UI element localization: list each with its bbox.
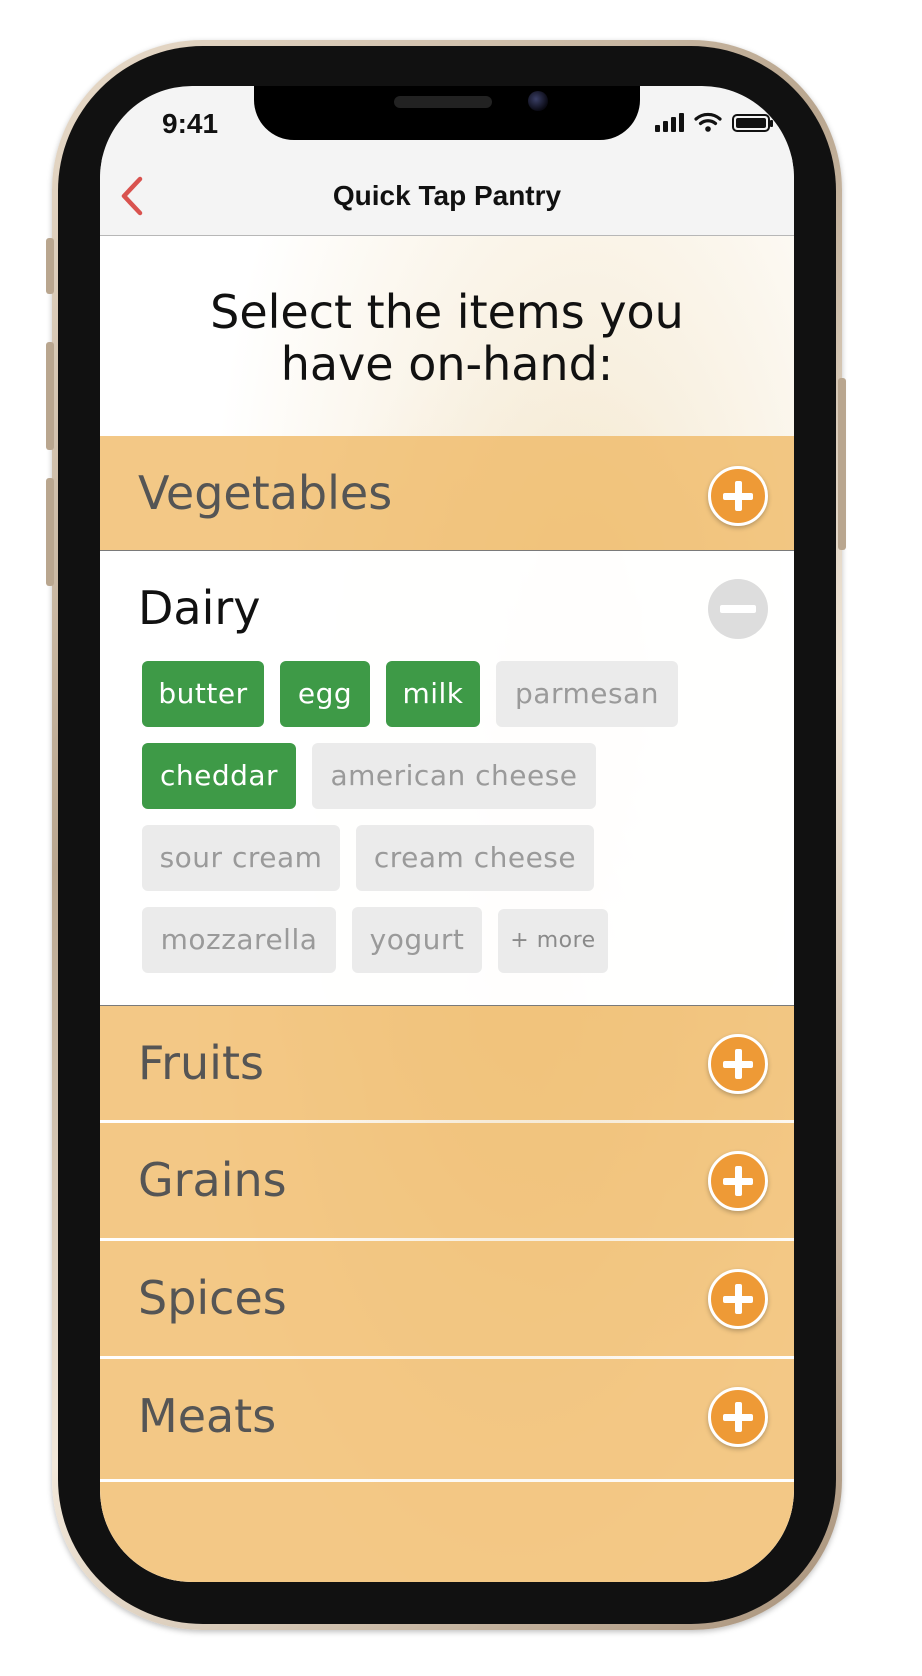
speaker-grille (394, 96, 492, 108)
phone-mute-switch (46, 238, 54, 294)
collapse-minus-icon[interactable] (708, 579, 768, 639)
chip-yogurt[interactable]: yogurt (352, 907, 482, 973)
phone-volume-up (46, 342, 54, 450)
category-label: Spices (138, 1271, 287, 1325)
phone-power-button (838, 378, 846, 550)
category-label: Dairy (138, 581, 261, 635)
category-panel-dairy: Dairy butter egg milk parmesan cheddar a… (100, 550, 794, 1006)
chip-american-cheese[interactable]: american cheese (312, 743, 596, 809)
category-row-spices[interactable]: Spices (100, 1241, 794, 1356)
pantry-content: Select the items you have on-hand: Veget… (100, 236, 794, 1582)
front-camera (528, 91, 548, 111)
nav-bar: Quick Tap Pantry (100, 156, 794, 236)
chip-butter[interactable]: butter (142, 661, 264, 727)
prompt-line-2: have on-hand: (280, 337, 614, 391)
chip-mozzarella[interactable]: mozzarella (142, 907, 336, 973)
chip-milk[interactable]: milk (386, 661, 480, 727)
chip-parmesan[interactable]: parmesan (496, 661, 678, 727)
chip-cream-cheese[interactable]: cream cheese (356, 825, 594, 891)
phone-volume-down (46, 478, 54, 586)
chip-sour-cream[interactable]: sour cream (142, 825, 340, 891)
prompt-line-1: Select the items you (210, 285, 684, 339)
category-label: Fruits (138, 1036, 264, 1090)
expand-plus-icon[interactable] (708, 1034, 768, 1094)
category-row-grains[interactable]: Grains (100, 1123, 794, 1238)
category-label: Vegetables (138, 466, 393, 520)
prompt-heading: Select the items you have on-hand: (100, 286, 794, 390)
expand-plus-icon[interactable] (708, 1269, 768, 1329)
notch (254, 86, 640, 140)
battery-icon (732, 114, 773, 132)
category-row-vegetables[interactable]: Vegetables (100, 436, 794, 550)
chip-more[interactable]: + more (498, 909, 608, 973)
chip-egg[interactable]: egg (280, 661, 370, 727)
signal-bars-icon (655, 112, 684, 132)
category-label: Grains (138, 1153, 287, 1207)
status-time: 9:41 (162, 108, 219, 139)
wifi-icon (694, 112, 722, 132)
category-label: Meats (138, 1389, 277, 1443)
chip-cheddar[interactable]: cheddar (142, 743, 296, 809)
expand-plus-icon[interactable] (708, 1151, 768, 1211)
expand-plus-icon[interactable] (708, 466, 768, 526)
category-row-next-peek (100, 1482, 794, 1582)
phone-screen: 9:41 Quick Tap Pantry Select the items y… (100, 86, 794, 1582)
category-row-meats[interactable]: Meats (100, 1359, 794, 1479)
category-row-fruits[interactable]: Fruits (100, 1006, 794, 1120)
expand-plus-icon[interactable] (708, 1387, 768, 1447)
status-icons (655, 112, 773, 132)
nav-title: Quick Tap Pantry (332, 180, 562, 211)
